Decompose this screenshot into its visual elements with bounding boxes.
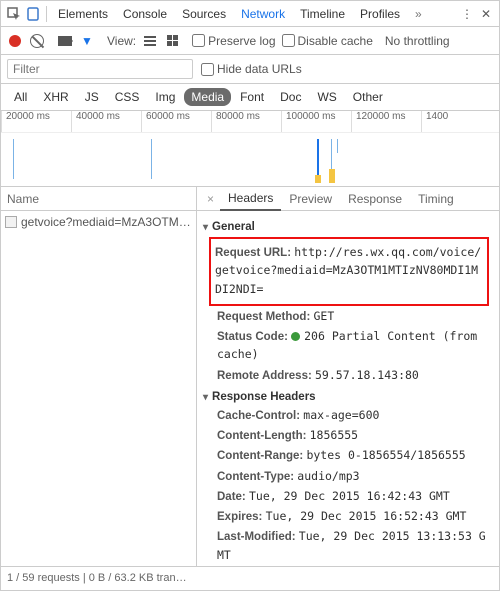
- hdr-k: Cache-Control:: [217, 410, 300, 422]
- view-label: View:: [107, 34, 136, 48]
- hdr-k: Content-Range:: [217, 450, 303, 462]
- subtab-headers[interactable]: Headers: [220, 187, 281, 211]
- hdr-v: bytes 0-1856554/1856555: [306, 448, 465, 462]
- status-dot-icon: [291, 332, 300, 341]
- type-xhr[interactable]: XHR: [36, 88, 75, 106]
- ruler-tick: 80000 ms: [211, 111, 281, 132]
- preserve-log-checkbox[interactable]: Preserve log: [192, 34, 275, 48]
- network-toolbar: ▼ View: Preserve log Disable cache No th…: [1, 27, 499, 55]
- type-img[interactable]: Img: [148, 88, 182, 106]
- preserve-log-label: Preserve log: [208, 34, 275, 48]
- tab-overflow[interactable]: »: [408, 3, 429, 25]
- tab-network[interactable]: Network: [234, 3, 292, 25]
- highlight-box: Request URL: http://res.wx.qq.com/voice/…: [209, 237, 489, 306]
- hdr-k: Last-Modified:: [217, 531, 296, 543]
- disable-cache-label: Disable cache: [298, 34, 373, 48]
- ruler-tick: 120000 ms: [351, 111, 421, 132]
- request-url-key: Request URL:: [215, 247, 291, 259]
- remote-address-key: Remote Address:: [217, 370, 312, 382]
- type-ws[interactable]: WS: [310, 88, 343, 106]
- type-doc[interactable]: Doc: [273, 88, 308, 106]
- request-method-value: GET: [313, 309, 334, 323]
- ruler-tick: 40000 ms: [71, 111, 141, 132]
- status-text: 1 / 59 requests | 0 B / 63.2 KB tran…: [7, 572, 187, 584]
- section-response-headers[interactable]: Response Headers: [203, 391, 489, 403]
- hdr-k: Content-Length:: [217, 430, 306, 442]
- kebab-icon[interactable]: ⋮: [458, 5, 476, 23]
- waterfall-overview[interactable]: 20000 ms 40000 ms 60000 ms 80000 ms 1000…: [1, 111, 499, 187]
- file-icon: [5, 216, 17, 228]
- close-icon[interactable]: ✕: [477, 5, 495, 23]
- subtab-timing[interactable]: Timing: [410, 188, 462, 210]
- type-other[interactable]: Other: [346, 88, 390, 106]
- hide-data-urls-label: Hide data URLs: [217, 62, 302, 76]
- type-media[interactable]: Media: [184, 88, 231, 106]
- hdr-k: Content-Type:: [217, 471, 294, 483]
- hdr-k: Date:: [217, 491, 246, 503]
- request-row[interactable]: getvoice?mediaid=MzA3OTM…: [1, 211, 196, 233]
- close-detail-icon[interactable]: ×: [201, 192, 220, 206]
- device-icon[interactable]: [24, 5, 42, 23]
- ruler-tick: 60000 ms: [141, 111, 211, 132]
- filter-icon[interactable]: ▼: [79, 33, 95, 49]
- devtools-tabs: Elements Console Sources Network Timelin…: [1, 1, 499, 27]
- hdr-v: max-age=600: [303, 408, 379, 422]
- hdr-v: audio/mp3: [297, 469, 359, 483]
- remote-address-value: 59.57.18.143:80: [315, 368, 419, 382]
- type-font[interactable]: Font: [233, 88, 271, 106]
- disable-cache-checkbox[interactable]: Disable cache: [282, 34, 373, 48]
- ruler-tick: 100000 ms: [281, 111, 351, 132]
- hdr-v: Tue, 29 Dec 2015 16:52:43 GMT: [266, 509, 467, 523]
- request-list: Name getvoice?mediaid=MzA3OTM…: [1, 187, 197, 566]
- grid-view-icon[interactable]: [164, 33, 180, 49]
- subtab-response[interactable]: Response: [340, 188, 410, 210]
- request-detail: × Headers Preview Response Timing Genera…: [197, 187, 499, 566]
- record-icon[interactable]: [7, 33, 23, 49]
- filter-input[interactable]: [7, 59, 193, 79]
- name-column-header[interactable]: Name: [7, 192, 39, 206]
- tab-elements[interactable]: Elements: [51, 3, 115, 25]
- inspect-icon[interactable]: [5, 5, 23, 23]
- tab-timeline[interactable]: Timeline: [293, 3, 352, 25]
- request-name: getvoice?mediaid=MzA3OTM…: [21, 215, 192, 229]
- tab-console[interactable]: Console: [116, 3, 174, 25]
- type-js[interactable]: JS: [78, 88, 106, 106]
- status-code-key: Status Code:: [217, 331, 288, 343]
- section-general[interactable]: General: [203, 221, 489, 233]
- clear-icon[interactable]: [29, 33, 45, 49]
- type-css[interactable]: CSS: [108, 88, 147, 106]
- type-all[interactable]: All: [7, 88, 34, 106]
- tab-profiles[interactable]: Profiles: [353, 3, 407, 25]
- ruler-tick: 20000 ms: [1, 111, 71, 132]
- throttling-selector[interactable]: No throttling: [385, 34, 450, 48]
- hdr-v: Tue, 29 Dec 2015 16:42:43 GMT: [249, 489, 450, 503]
- subtab-preview[interactable]: Preview: [281, 188, 340, 210]
- tab-sources[interactable]: Sources: [175, 3, 233, 25]
- capture-icon[interactable]: [57, 33, 73, 49]
- hide-data-urls-checkbox[interactable]: Hide data URLs: [201, 62, 302, 76]
- filter-bar: Hide data URLs: [1, 55, 499, 84]
- hdr-v: 1856555: [310, 428, 358, 442]
- list-view-icon[interactable]: [142, 33, 158, 49]
- status-bar: 1 / 59 requests | 0 B / 63.2 KB tran…: [1, 566, 499, 588]
- type-filter-bar: All XHR JS CSS Img Media Font Doc WS Oth…: [1, 84, 499, 111]
- ruler-tick: 1400: [421, 111, 491, 132]
- hdr-k: Expires:: [217, 511, 262, 523]
- request-method-key: Request Method:: [217, 311, 310, 323]
